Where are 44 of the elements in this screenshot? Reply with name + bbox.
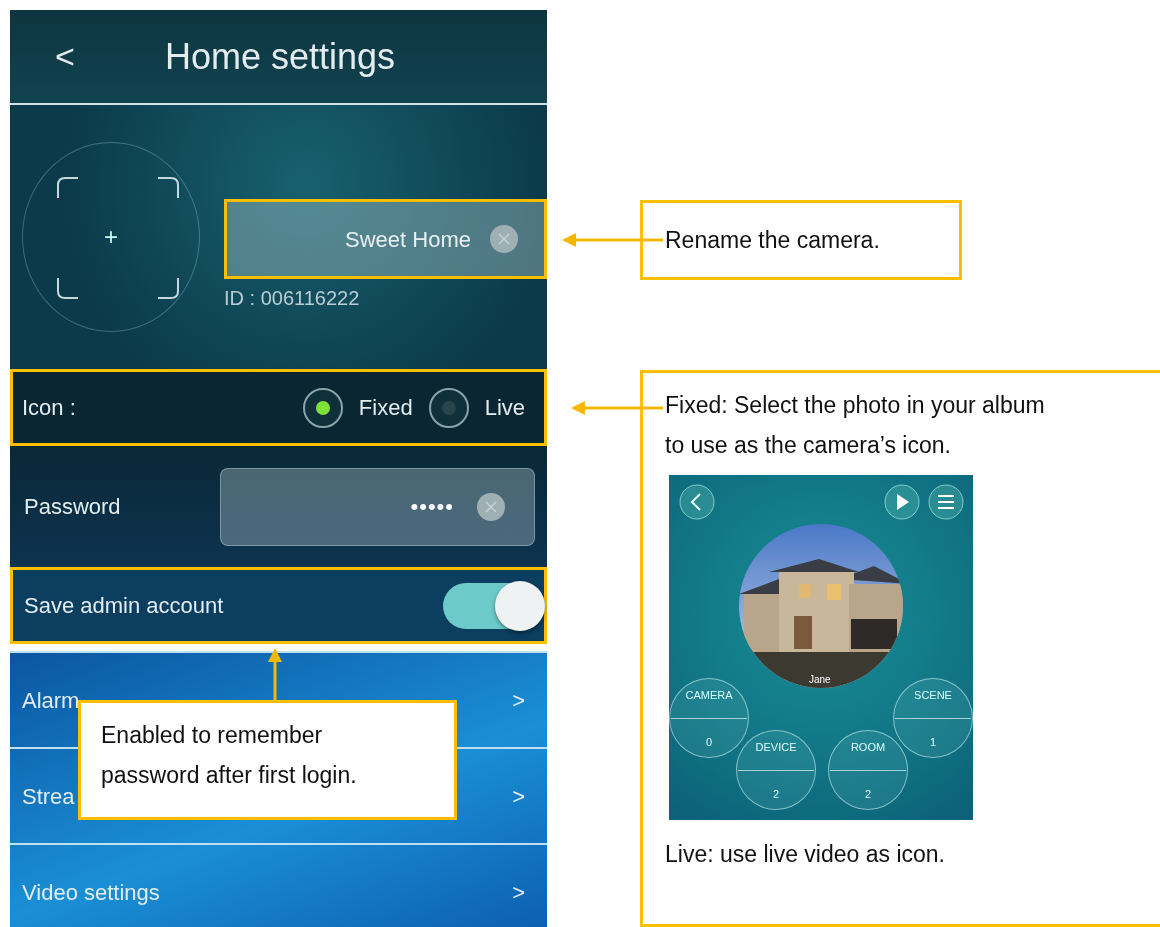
toggle-switch[interactable] <box>443 582 545 629</box>
password-dots: ••••• <box>410 493 454 521</box>
category-count: 0 <box>705 734 713 750</box>
callout-text: Fixed: Select the photo in your album to use as the camera’s icon. <box>665 391 1046 460</box>
category-button[interactable]: ROOM 2 <box>828 730 908 810</box>
play-icon <box>883 483 921 521</box>
callout-text: Rename the camera. <box>665 226 880 255</box>
clear-icon[interactable] <box>476 491 506 522</box>
category-count: 2 <box>772 786 780 802</box>
chevron-icon: > <box>512 683 525 717</box>
category-label: SCENE <box>914 687 952 703</box>
menu-icon <box>927 483 965 521</box>
menu-label: Alarm <box>22 686 80 715</box>
radio-label: Live <box>484 394 525 422</box>
clear-icon[interactable] <box>489 224 519 254</box>
screen-title: Home settings <box>165 34 396 79</box>
name-field[interactable]: Sweet Home <box>224 199 547 279</box>
name-value: Sweet Home <box>345 225 471 254</box>
menu-row[interactable]: Video settings > <box>10 843 547 927</box>
chevron-icon: > <box>512 875 525 909</box>
radio-label: Fixed <box>358 394 413 422</box>
back-icon <box>678 483 716 521</box>
picture-caption: Jane <box>809 673 831 687</box>
menu-label: Video settings <box>22 878 160 907</box>
category-label: DEVICE <box>755 739 797 755</box>
chevron-icon: > <box>512 779 525 813</box>
password-label: Password <box>24 493 121 521</box>
plus-sign: + <box>104 222 118 252</box>
radio-button[interactable] <box>428 387 469 428</box>
category-button[interactable]: CAMERA 0 <box>669 678 749 758</box>
password-field[interactable]: ••••• <box>220 467 535 546</box>
radio-button[interactable] <box>302 387 343 428</box>
callout-text: Live: use live video as icon. <box>665 840 946 869</box>
category-count: 1 <box>929 734 937 750</box>
back-button[interactable]: < <box>10 31 120 82</box>
category-label: CAMERA <box>685 687 733 703</box>
category-button[interactable]: SCENE 1 <box>893 678 973 758</box>
device-id: ID : 006116222 <box>224 286 361 311</box>
category-label: ROOM <box>850 739 886 755</box>
icon-label: Icon : <box>22 394 76 422</box>
category-button[interactable]: DEVICE 2 <box>736 730 816 810</box>
menu-label: Strea <box>22 782 75 811</box>
category-count: 2 <box>864 786 872 802</box>
save-admin-label: Save admin account <box>24 592 224 620</box>
